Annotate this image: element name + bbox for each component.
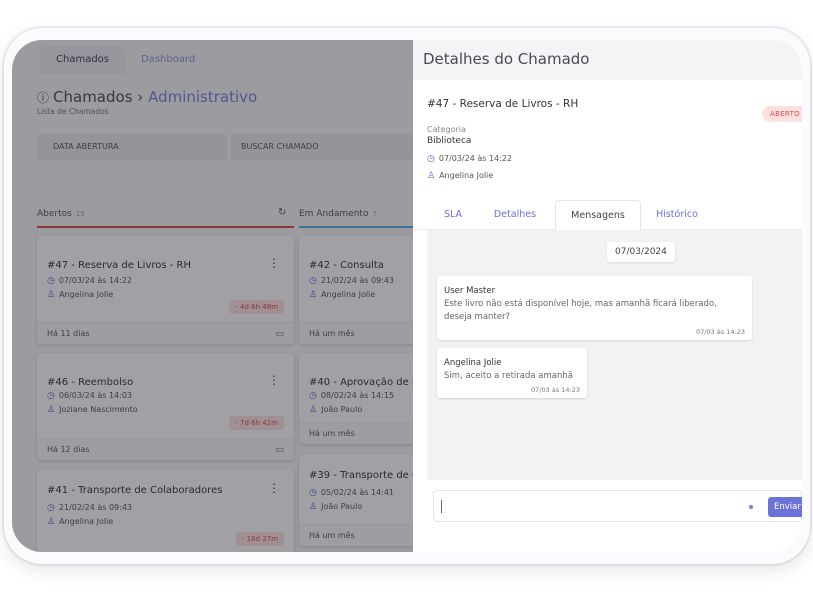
message-time: 07/03 às 14:23	[696, 328, 745, 336]
ticket-board: Chamados Dashboard ⓘ Chamados › Administr…	[12, 40, 429, 552]
send-button[interactable]: Enviar	[768, 497, 802, 517]
chat-date-chip: 07/03/2024	[607, 242, 675, 262]
tab-mensagens[interactable]: Mensagens	[555, 200, 641, 230]
message-author: Angelina Jolie	[444, 358, 502, 368]
message-line: Este livro não está disponível hoje, mas…	[444, 299, 717, 309]
message-author: User Master	[444, 286, 496, 296]
ticket-details-drawer: Detalhes do Chamado #47 - Reserva de Liv…	[413, 40, 802, 552]
clock-icon: ◷	[427, 154, 435, 164]
message-time: 07/03 às 14:23	[531, 386, 580, 394]
message-bubble: User Master Este livro não está disponív…	[437, 276, 752, 340]
status-dot-icon	[749, 505, 753, 509]
tablet-frame: Chamados Dashboard ⓘ Chamados › Administr…	[4, 28, 810, 564]
user-icon: ♙	[427, 171, 436, 181]
drawer-header: Detalhes do Chamado	[413, 40, 802, 80]
message-input[interactable]: Enviar	[433, 490, 802, 522]
message-text: Este livro não está disponível hoje, mas…	[444, 298, 717, 324]
ticket-user-name: Angelina Jolie	[439, 171, 494, 180]
drawer-title: Detalhes do Chamado	[423, 50, 590, 68]
ticket-date-text: 07/03/24 às 14:22	[438, 154, 512, 163]
category-label: Categoria	[427, 125, 466, 134]
text-caret	[441, 500, 442, 513]
message-bubble: Angelina Jolie Sim, aceito a retirada am…	[437, 348, 587, 398]
tab-historico[interactable]: Histórico	[649, 200, 705, 230]
tab-detalhes[interactable]: Detalhes	[489, 200, 541, 230]
ticket-user: ♙ Angelina Jolie	[427, 171, 493, 181]
modal-backdrop[interactable]	[12, 40, 413, 552]
tab-sla[interactable]: SLA	[433, 200, 473, 230]
message-line: Sim, aceito a retirada amanhã	[444, 371, 573, 381]
message-line: deseja manter?	[444, 312, 510, 322]
ticket-title: #47 - Reserva de Livros - RH	[427, 98, 579, 110]
status-badge: ABERTO	[762, 106, 802, 122]
category-value: Biblioteca	[427, 136, 472, 146]
screen: Chamados Dashboard ⓘ Chamados › Administr…	[12, 40, 802, 552]
message-text: Sim, aceito a retirada amanhã	[444, 370, 573, 383]
detail-tabs: SLA Detalhes Mensagens Histórico	[413, 200, 802, 230]
messages-panel: 07/03/2024 User Master Este livro não es…	[427, 230, 802, 480]
ticket-date: ◷ 07/03/24 às 14:22	[427, 154, 512, 164]
